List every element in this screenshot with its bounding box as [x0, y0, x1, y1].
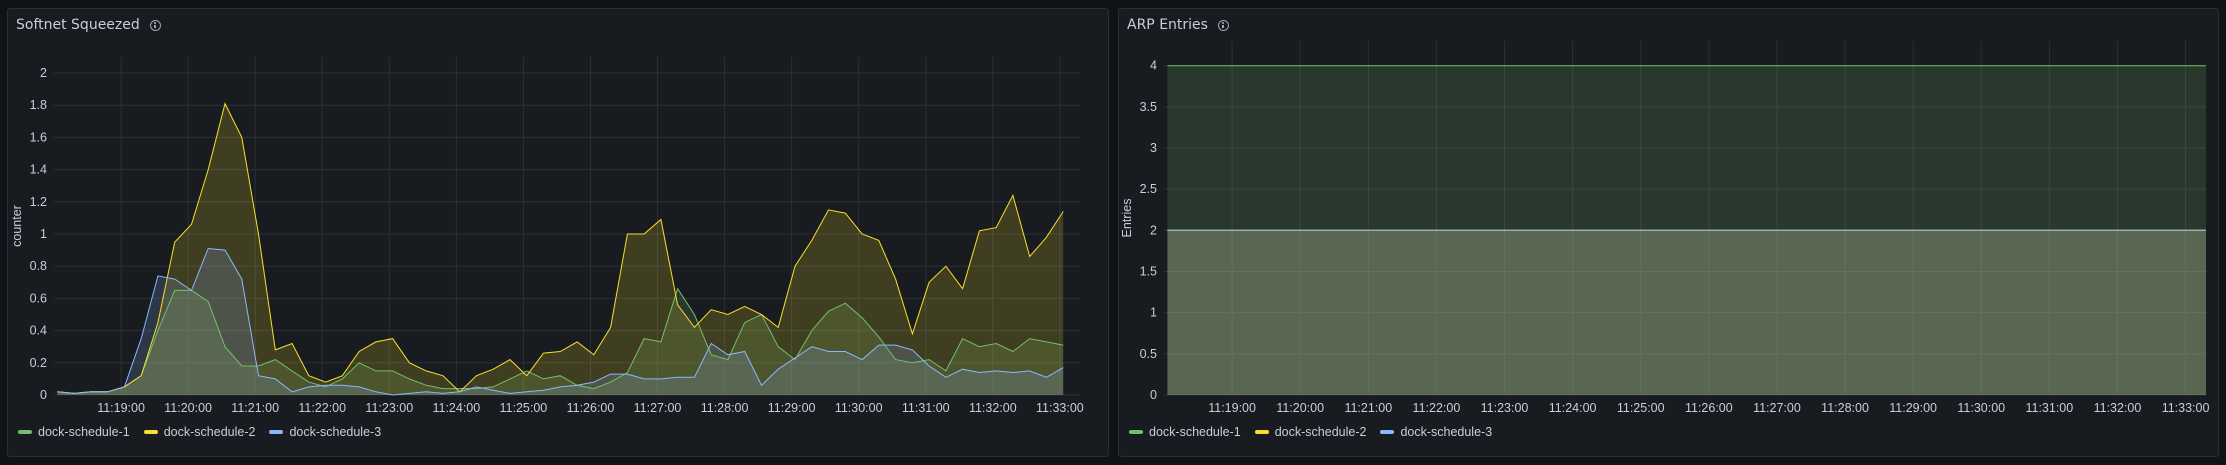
x-tick-label: 11:23:00 [365, 401, 413, 415]
x-tick-label: 11:32:00 [969, 401, 1017, 415]
y-tick-label: 1.8 [30, 98, 47, 112]
y-tick-label: 1.2 [30, 195, 47, 209]
y-tick-label: 0.8 [30, 259, 47, 273]
x-tick-label: 11:30:00 [1957, 401, 2005, 415]
y-tick-label: 2 [40, 66, 47, 80]
legend-item-dock-schedule-2[interactable]: dock-schedule-2 [1254, 425, 1367, 439]
legend-swatch [18, 430, 32, 434]
x-tick-label: 11:31:00 [2025, 401, 2073, 415]
y-tick-label: 1.5 [1140, 265, 1157, 279]
x-tick-label: 11:19:00 [1208, 401, 1256, 415]
x-tick-label: 11:26:00 [567, 401, 615, 415]
x-tick-label: 11:31:00 [902, 401, 950, 415]
legend-swatch [269, 430, 284, 434]
x-tick-label: 11:24:00 [432, 401, 480, 415]
y-tick-label: 1.4 [30, 163, 47, 177]
x-tick-label: 11:28:00 [701, 401, 749, 415]
x-tick-label: 11:25:00 [500, 401, 548, 415]
x-tick-label: 11:28:00 [1821, 401, 1869, 415]
x-tick-label: 11:29:00 [1889, 401, 1937, 415]
x-tick-label: 11:27:00 [634, 401, 682, 415]
x-tick-label: 11:25:00 [1617, 401, 1665, 415]
x-tick-label: 11:27:00 [1753, 401, 1801, 415]
legend-item-dock-schedule-1[interactable]: dock-schedule-1 [18, 425, 130, 439]
arp-entries-panel: ARP Entries 0 0.5 1 1.5 2 2.5 3 3.5 4 11:19:00 11:… [1118, 8, 2219, 457]
y-tick-label: 0 [40, 388, 47, 402]
legend-item-dock-schedule-2[interactable]: dock-schedule-2 [143, 425, 256, 439]
x-tick-label: 11:23:00 [1481, 401, 1529, 415]
legend: dock-schedule-1 dock-schedule-2 dock-sch… [1129, 425, 1492, 439]
y-tick-label: 0.5 [1140, 347, 1157, 361]
softnet-squeezed-chart: 0 0.2 0.4 0.6 0.8 1 1.2 1.4 1.6 1.8 2 11:19:00 11:20… [10, 57, 1084, 415]
legend-label: dock-schedule-3 [1400, 425, 1493, 439]
legend-label: dock-schedule-2 [1274, 425, 1367, 439]
x-tick-label: 11:20:00 [1276, 401, 1324, 415]
x-tick-label: 11:22:00 [298, 401, 346, 415]
y-tick-label: 3.5 [1140, 100, 1157, 114]
x-tick-label: 11:21:00 [1344, 401, 1392, 415]
arp-entries-chart: 0 0.5 1 1.5 2 2.5 3 3.5 4 11:19:00 11:20:00 11:21:0… [1120, 41, 2210, 415]
y-tick-label: 1 [1150, 306, 1157, 320]
legend-label: dock-schedule-3 [289, 425, 382, 439]
y-tick-label: 0.2 [30, 356, 47, 370]
y-axis-label: counter [10, 205, 24, 247]
x-tick-label: 11:20:00 [164, 401, 212, 415]
y-tick-label: 0.6 [30, 291, 47, 305]
legend-label: dock-schedule-1 [1149, 425, 1241, 439]
x-tick-label: 11:26:00 [1685, 401, 1733, 415]
x-tick-label: 11:29:00 [768, 401, 816, 415]
legend-item-dock-schedule-3[interactable]: dock-schedule-3 [269, 425, 381, 439]
y-tick-label: 2.5 [1140, 182, 1157, 196]
legend-swatch [1380, 430, 1395, 434]
legend: dock-schedule-1 dock-schedule-2 dock-sch… [18, 425, 381, 439]
x-tick-label: 11:21:00 [231, 401, 279, 415]
series-area-dock-schedule-3 [1167, 230, 2206, 395]
x-tick-label: 11:33:00 [2162, 401, 2210, 415]
y-tick-label: 0 [1150, 388, 1157, 402]
y-tick-label: 1 [40, 227, 47, 241]
x-tick-label: 11:19:00 [97, 401, 145, 415]
legend-item-dock-schedule-3[interactable]: dock-schedule-3 [1380, 425, 1492, 439]
y-tick-label: 3 [1150, 141, 1157, 155]
legend-label: dock-schedule-1 [38, 425, 130, 439]
y-axis-label: Entries [1120, 199, 1134, 238]
x-tick-label: 11:30:00 [835, 401, 883, 415]
legend-swatch [143, 430, 158, 434]
legend-label: dock-schedule-2 [163, 425, 256, 439]
legend-swatch [1129, 430, 1143, 434]
legend-swatch [1254, 430, 1269, 434]
y-tick-label: 2 [1150, 223, 1157, 237]
x-tick-label: 11:24:00 [1549, 401, 1597, 415]
y-tick-label: 4 [1150, 59, 1157, 73]
x-tick-label: 11:22:00 [1413, 401, 1461, 415]
x-tick-label: 11:32:00 [2094, 401, 2142, 415]
y-tick-label: 0.4 [30, 324, 47, 338]
softnet-squeezed-panel: Softnet Squeezed 0 0.2 0.4 0.6 0.8 1 1.2 1.4 1.6… [7, 8, 1109, 457]
legend-item-dock-schedule-1[interactable]: dock-schedule-1 [1129, 425, 1241, 439]
x-tick-label: 11:33:00 [1036, 401, 1084, 415]
y-tick-label: 1.6 [30, 130, 47, 144]
